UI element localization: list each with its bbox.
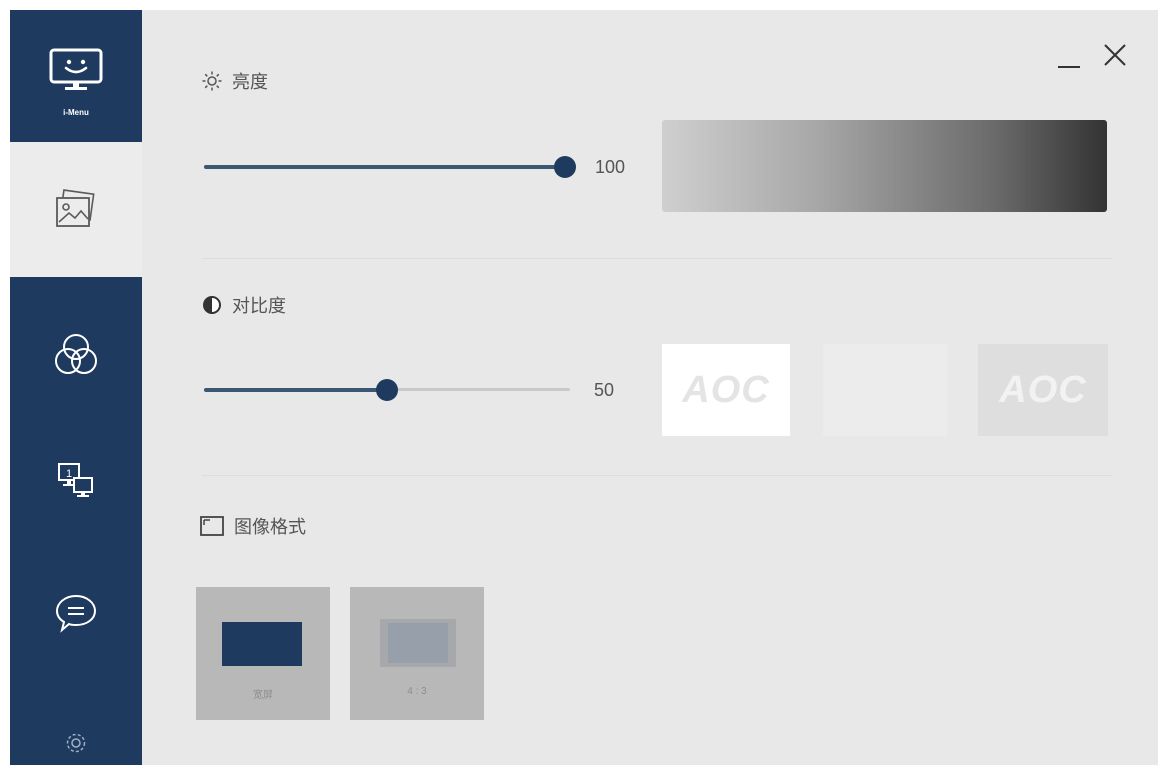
slider-thumb[interactable] xyxy=(376,379,398,401)
imenu-logo[interactable]: i-Menu xyxy=(10,10,142,142)
main-panel: 亮度 100 对比度 50 AOC AOC 图像格式 宽屏 4: 3 xyxy=(142,10,1158,765)
chat-bubble-icon xyxy=(55,594,97,633)
four-three-screen-icon xyxy=(388,623,448,663)
svg-text:1: 1 xyxy=(66,468,72,480)
imenu-window: i-Menu 1 亮度 100 对比度 50 AOC AOC 图像格式 宽屏 4… xyxy=(10,10,1158,765)
minimize-icon xyxy=(1058,66,1080,68)
multi-screen-icon: 1 xyxy=(58,463,93,497)
aoc-logo: AOC xyxy=(999,368,1087,411)
sidebar-item-color[interactable] xyxy=(10,320,142,390)
contrast-icon xyxy=(203,296,221,314)
brightness-slider[interactable] xyxy=(204,155,576,179)
image-format-label: 图像格式 xyxy=(234,517,306,538)
contrast-preset-medium[interactable]: AOC xyxy=(978,344,1108,436)
color-circles-icon xyxy=(55,334,97,374)
contrast-label: 对比度 xyxy=(232,296,286,317)
wide-screen-icon xyxy=(222,622,302,666)
sidebar-item-image-setting[interactable] xyxy=(10,142,142,277)
sidebar-item-messages[interactable] xyxy=(10,583,142,643)
aspect-ratio-icon xyxy=(200,516,224,536)
brightness-label: 亮度 xyxy=(232,72,268,93)
divider xyxy=(202,258,1112,259)
gear-icon xyxy=(66,733,86,753)
contrast-value: 50 xyxy=(594,380,615,400)
sidebar-item-settings[interactable] xyxy=(10,728,142,758)
brightness-preview xyxy=(662,120,1107,212)
sun-icon xyxy=(202,71,222,91)
aoc-logo: AOC xyxy=(682,368,770,411)
slider-fill xyxy=(204,165,565,169)
format-option-label: 4 : 3 xyxy=(407,686,427,697)
slider-fill xyxy=(204,388,387,392)
format-option-4-3[interactable]: 4 : 3 xyxy=(350,587,484,720)
format-option-label: 宽屏 xyxy=(253,690,273,701)
close-button[interactable] xyxy=(1102,42,1128,68)
contrast-preset-high[interactable]: AOC xyxy=(662,344,790,436)
contrast-slider[interactable] xyxy=(204,378,570,402)
image-format-title: 图像格式 xyxy=(200,513,306,539)
brightness-value: 100 xyxy=(595,157,626,177)
logo-label: i-Menu xyxy=(63,108,89,117)
format-option-wide[interactable]: 宽屏 xyxy=(196,587,330,720)
brightness-title: 亮度 xyxy=(202,68,268,94)
divider xyxy=(202,475,1112,476)
monitor-smile-icon xyxy=(49,48,103,90)
contrast-preset-low[interactable] xyxy=(823,344,947,436)
minimize-button[interactable] xyxy=(1056,52,1082,72)
image-setting-icon xyxy=(56,188,95,227)
close-icon xyxy=(1104,44,1126,66)
contrast-title: 对比度 xyxy=(202,292,286,318)
sidebar: i-Menu 1 xyxy=(10,10,142,765)
slider-thumb[interactable] xyxy=(554,156,576,178)
sidebar-item-multi-screen[interactable]: 1 xyxy=(10,450,142,510)
